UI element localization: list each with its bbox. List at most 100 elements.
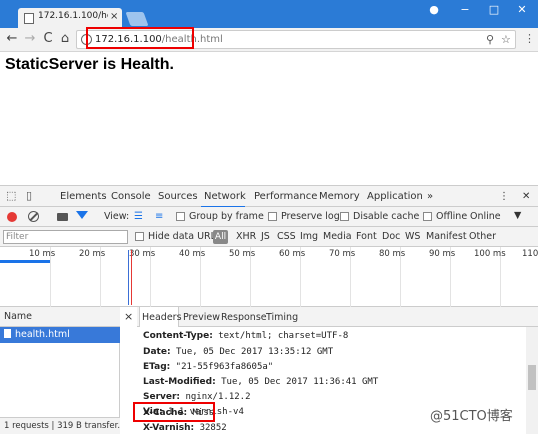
header-key: Last-Modified:: [143, 377, 216, 387]
name-column-header[interactable]: Name: [0, 307, 120, 327]
scrollbar[interactable]: [526, 327, 538, 434]
header-row: Content-Type: text/html; charset=UTF-8: [143, 331, 348, 341]
request-list: Name health.html 1 requests | 319 B tran…: [0, 307, 120, 434]
load-line: [131, 250, 132, 305]
hide-data-urls-label: Hide data URLs: [148, 231, 221, 242]
browser-tab[interactable]: 172.16.1.100/health.htm ×: [18, 8, 122, 28]
timeline-tick-label: 110: [522, 249, 538, 259]
timeline-tick-label: 70 ms: [329, 249, 356, 259]
subtab-headers[interactable]: Headers: [142, 312, 182, 323]
maximize-button[interactable]: □: [484, 3, 504, 16]
reload-icon[interactable]: C: [40, 31, 56, 46]
minimize-button[interactable]: −: [455, 3, 475, 16]
header-value: Tue, 05 Dec 2017 11:36:41 GMT: [221, 377, 379, 387]
header-value: 32852: [199, 423, 227, 433]
tab-console[interactable]: Console: [111, 191, 151, 202]
document-icon: [4, 329, 11, 338]
screenshot-camera-icon[interactable]: [57, 213, 68, 221]
page-icon: [24, 13, 34, 24]
new-tab-button[interactable]: [125, 12, 149, 26]
header-key: X-Varnish:: [143, 423, 195, 433]
device-toggle-icon[interactable]: ▯: [26, 189, 32, 202]
subtab-response[interactable]: Response: [221, 312, 267, 323]
type-filter-css[interactable]: CSS: [277, 231, 296, 242]
timeline-tick-label: 50 ms: [229, 249, 256, 259]
hide-data-urls-checkbox[interactable]: [135, 232, 144, 241]
type-filter-other[interactable]: Other: [469, 231, 496, 242]
header-value: text/html; charset=UTF-8: [218, 331, 349, 341]
close-window-button[interactable]: ✕: [512, 3, 532, 16]
large-rows-icon[interactable]: ☰: [134, 211, 143, 222]
timeline-tick-label: 20 ms: [79, 249, 106, 259]
close-details-icon[interactable]: ×: [124, 310, 133, 323]
filter-funnel-icon[interactable]: [76, 211, 88, 219]
header-value: Tue, 05 Dec 2017 13:35:12 GMT: [175, 347, 334, 357]
tab-performance[interactable]: Performance: [254, 191, 317, 202]
header-key: Date:: [143, 347, 171, 357]
subtab-preview[interactable]: Preview: [183, 312, 220, 323]
type-filter-doc[interactable]: Doc: [382, 231, 400, 242]
type-filter-img[interactable]: Img: [300, 231, 318, 242]
tab-application[interactable]: Application: [367, 191, 423, 202]
header-row: X-Varnish: 32852: [143, 423, 227, 433]
watermark: @51CTO博客: [430, 409, 513, 424]
type-filter-media[interactable]: Media: [323, 231, 352, 242]
browser-toolbar: ← → C ⌂ i 172.16.1.100/health.html ⚲ ☆ ⋮: [0, 28, 538, 52]
timeline-tick-label: 40 ms: [179, 249, 206, 259]
inspect-icon[interactable]: ⬚: [6, 189, 16, 202]
type-filter-manifest[interactable]: Manifest: [426, 231, 467, 242]
type-filter-font[interactable]: Font: [356, 231, 377, 242]
header-key: Content-Type:: [143, 331, 213, 341]
scrollbar-thumb[interactable]: [528, 365, 536, 390]
page-headline: StaticServer is Health.: [5, 56, 174, 73]
group-by-frame-label: Group by frame: [189, 211, 264, 222]
home-icon[interactable]: ⌂: [57, 31, 73, 46]
header-value: "21-55f963fa8605a": [175, 362, 274, 372]
header-row: Last-Modified: Tue, 05 Dec 2017 11:36:41…: [143, 377, 378, 387]
search-icon[interactable]: ⚲: [486, 33, 494, 46]
timeline-tick-label: 60 ms: [279, 249, 306, 259]
preserve-log-checkbox[interactable]: [268, 212, 277, 221]
tab-close-icon[interactable]: ×: [110, 11, 118, 22]
chevron-down-icon[interactable]: ▼: [514, 210, 521, 221]
tab-sources[interactable]: Sources: [158, 191, 198, 202]
subtab-timing[interactable]: Timing: [266, 312, 298, 323]
header-value: nginx/1.12.2: [185, 392, 251, 402]
tab-memory[interactable]: Memory: [319, 191, 360, 202]
waterfall-icon[interactable]: ≡: [155, 211, 163, 222]
profile-icon[interactable]: ●: [424, 3, 444, 16]
bookmark-star-icon[interactable]: ☆: [501, 33, 511, 46]
network-toolbar: View: ☰ ≡ Group by frame Preserve log Di…: [0, 207, 538, 227]
devtools-menu-icon[interactable]: ⋮: [499, 191, 509, 202]
offline-label: Offline: [436, 211, 468, 222]
tab-elements[interactable]: Elements: [60, 191, 107, 202]
timeline-tick-label: 30 ms: [129, 249, 156, 259]
more-tabs-icon[interactable]: »: [427, 191, 433, 202]
group-by-frame-checkbox[interactable]: [176, 212, 185, 221]
tab-network[interactable]: Network: [204, 191, 246, 202]
header-key: Server:: [143, 392, 181, 402]
header-row: ETag: "21-55f963fa8605a": [143, 362, 273, 372]
devtools-close-icon[interactable]: ✕: [522, 191, 530, 202]
type-filter-ws[interactable]: WS: [405, 231, 420, 242]
record-icon[interactable]: [7, 212, 17, 222]
menu-icon[interactable]: ⋮: [524, 32, 535, 45]
request-row[interactable]: health.html: [0, 327, 120, 343]
filter-input[interactable]: Filter: [3, 230, 128, 244]
disable-cache-checkbox[interactable]: [340, 212, 349, 221]
throttling-select[interactable]: Online: [470, 211, 501, 222]
type-filter-all[interactable]: All: [213, 230, 228, 244]
highlight-box-url: [86, 27, 194, 49]
type-filter-js[interactable]: JS: [261, 231, 270, 242]
offline-checkbox[interactable]: [423, 212, 432, 221]
domcontentloaded-line: [128, 250, 129, 305]
forward-icon[interactable]: →: [22, 31, 38, 46]
header-key: ETag:: [143, 362, 171, 372]
clear-icon[interactable]: [28, 211, 39, 222]
timeline-overview[interactable]: 10 ms 20 ms 30 ms 40 ms 50 ms 60 ms 70 m…: [0, 247, 538, 307]
timeline-tick-label: 80 ms: [379, 249, 406, 259]
back-icon[interactable]: ←: [4, 31, 20, 46]
header-row: Date: Tue, 05 Dec 2017 13:35:12 GMT: [143, 347, 333, 357]
type-filter-xhr[interactable]: XHR: [236, 231, 256, 242]
filter-bar: Filter Hide data URLs All XHR JS CSS Img…: [0, 227, 538, 247]
